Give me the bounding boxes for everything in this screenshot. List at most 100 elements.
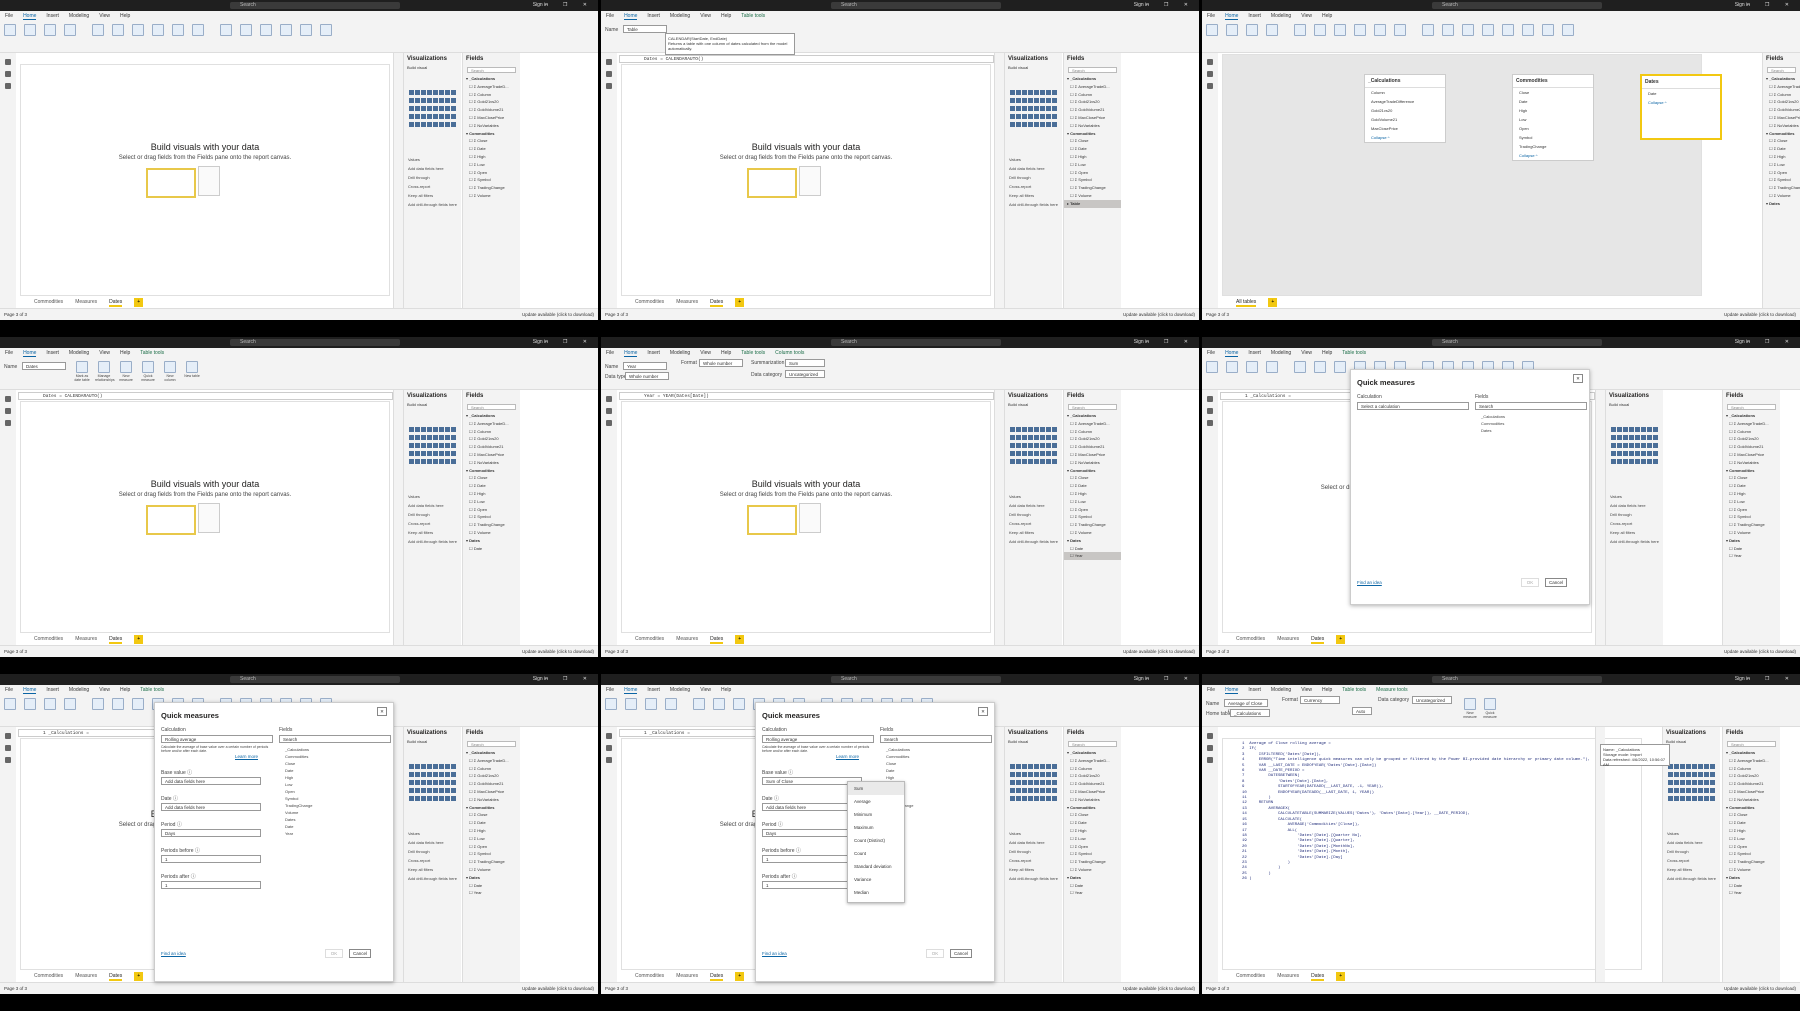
field-table-dates[interactable]: ▾ Dates (1763, 200, 1800, 208)
ribbon-button-icon[interactable] (1542, 24, 1554, 36)
visual-type-icon[interactable] (432, 787, 438, 793)
ribbon-button-icon[interactable] (1482, 24, 1494, 36)
visual-type-icon[interactable] (1027, 89, 1033, 95)
window-controls[interactable]: – ❐ ✕ (1146, 674, 1195, 685)
visual-type-icon[interactable] (1610, 442, 1616, 448)
visual-type-icon[interactable] (1021, 787, 1027, 793)
add-page-button[interactable]: + (134, 298, 144, 307)
visual-type-icon[interactable] (414, 121, 420, 127)
page-tab-dates[interactable]: Dates (109, 973, 123, 981)
ribbon-icon-3[interactable] (142, 361, 154, 373)
table-card-field[interactable]: Column (1365, 88, 1445, 97)
visual-type-icon[interactable] (444, 442, 450, 448)
field-item[interactable]: ☐ Σ MaxClosePrice (463, 114, 520, 122)
periods-before-input[interactable]: 1 (161, 855, 261, 863)
field-item[interactable]: ☐ Σ High (1763, 153, 1800, 161)
visual-type-icon[interactable] (1051, 426, 1057, 432)
visual-type-icon[interactable] (432, 450, 438, 456)
collapse-link[interactable]: Collapse ^ (1642, 98, 1720, 107)
menu-view[interactable]: View (99, 13, 110, 19)
visual-type-icon[interactable] (426, 771, 432, 777)
dialog-close-button[interactable]: ✕ (377, 707, 387, 716)
view-icon-1[interactable] (5, 71, 11, 77)
menu-insert[interactable]: Insert (647, 13, 660, 19)
field-item[interactable]: ☐ Σ AverageTradeD... (463, 83, 520, 91)
dialog-field-item[interactable]: High (285, 775, 293, 780)
field-item[interactable]: ☐ Σ MaxClosePrice (1763, 114, 1800, 122)
menu-home[interactable]: Home (23, 13, 37, 20)
visual-type-icon[interactable] (1009, 121, 1015, 127)
window-controls[interactable]: – ❐ ✕ (1146, 337, 1195, 348)
field-item[interactable]: ☐ Σ Column (463, 765, 520, 773)
ribbon-button-icon[interactable] (1394, 24, 1406, 36)
visual-type-icon[interactable] (1051, 795, 1057, 801)
visual-type-icon[interactable] (1027, 763, 1033, 769)
ribbon-icon-1[interactable] (98, 361, 110, 373)
page-tab-measures[interactable]: Measures (75, 299, 97, 305)
page-tab-dates[interactable]: Dates (1311, 973, 1325, 981)
name-input[interactable]: Dates (22, 362, 66, 370)
visual-type-icon[interactable] (1051, 442, 1057, 448)
ribbon-button-icon[interactable] (64, 24, 76, 36)
visual-type-icon[interactable] (408, 771, 414, 777)
dialog-field-item[interactable]: Dates (285, 817, 295, 822)
visual-type-icon[interactable] (1039, 89, 1045, 95)
field-item[interactable]: ☐ Σ Open (1064, 169, 1121, 177)
visual-type-icon[interactable] (1015, 97, 1021, 103)
ribbon-button-icon[interactable] (4, 698, 16, 710)
view-icon-2[interactable] (606, 83, 612, 89)
visual-type-icon[interactable] (1652, 442, 1658, 448)
visual-type-icon[interactable] (432, 89, 438, 95)
visual-type-icon[interactable] (1021, 97, 1027, 103)
visual-type-icon[interactable] (1652, 458, 1658, 464)
visual-type-icon[interactable] (1015, 121, 1021, 127)
menu-view[interactable]: View (700, 687, 711, 693)
visual-type-icon[interactable] (450, 787, 456, 793)
page-tab-commodities[interactable]: Commodities (34, 973, 63, 979)
ribbon-button-icon[interactable] (92, 24, 104, 36)
visual-type-icon[interactable] (1021, 442, 1027, 448)
visual-type-icon[interactable] (1045, 771, 1051, 777)
visual-type-icon[interactable] (1051, 97, 1057, 103)
add-page-button[interactable]: + (735, 972, 745, 981)
table-card-field[interactable]: Symbol (1513, 133, 1593, 142)
filters-pane-collapsed[interactable] (393, 727, 403, 982)
dialog-field-item[interactable]: Open (285, 789, 295, 794)
ribbon-button-icon[interactable] (1562, 24, 1574, 36)
dialog-fields-search[interactable]: Search (279, 735, 391, 743)
ribbon-button-icon[interactable] (300, 24, 312, 36)
visual-type-icon[interactable] (420, 434, 426, 440)
visual-type-icon[interactable] (1045, 97, 1051, 103)
visual-type-icon[interactable] (1039, 787, 1045, 793)
visual-type-icon[interactable] (438, 763, 444, 769)
menu-context-tab[interactable]: Table tools (741, 13, 765, 19)
page-tab-commodities[interactable]: Commodities (34, 299, 63, 305)
visual-type-icon[interactable] (1021, 779, 1027, 785)
field-item[interactable]: ☐ Σ Date (463, 819, 520, 827)
visual-type-icon[interactable] (450, 442, 456, 448)
field-table-dates[interactable]: ▾ Dates (1064, 537, 1121, 545)
datacat-select[interactable]: Uncategorized (785, 370, 825, 378)
field-item-year[interactable]: ☐ Year (1723, 552, 1780, 560)
page-tab-dates[interactable]: Dates (1311, 636, 1325, 644)
visual-type-icon[interactable] (450, 458, 456, 464)
ribbon-button-icon[interactable] (44, 24, 56, 36)
add-page-button[interactable]: + (1336, 635, 1346, 644)
visual-type-icon[interactable] (444, 763, 450, 769)
visual-type-icon[interactable] (1009, 763, 1015, 769)
add-page-button[interactable]: + (1336, 972, 1346, 981)
view-icon-0[interactable] (1207, 396, 1213, 402)
visual-type-icon[interactable] (1622, 434, 1628, 440)
ribbon-button-icon[interactable] (1246, 361, 1258, 373)
auto-select[interactable]: Auto (1352, 707, 1372, 715)
field-item[interactable]: ☐ Σ Date (1064, 482, 1121, 490)
visual-type-icon[interactable] (1033, 450, 1039, 456)
visual-type-icon[interactable] (1045, 121, 1051, 127)
visual-type-icon[interactable] (432, 779, 438, 785)
field-table[interactable]: ▾ Commodities (463, 130, 520, 138)
visual-type-icon[interactable] (1009, 105, 1015, 111)
visual-type-icon[interactable] (1015, 771, 1021, 777)
date-well[interactable]: Add data fields here (161, 803, 261, 811)
page-tab-commodities[interactable]: Commodities (34, 636, 63, 642)
field-item[interactable]: ☐ Σ AverageTradeD... (1723, 420, 1780, 428)
